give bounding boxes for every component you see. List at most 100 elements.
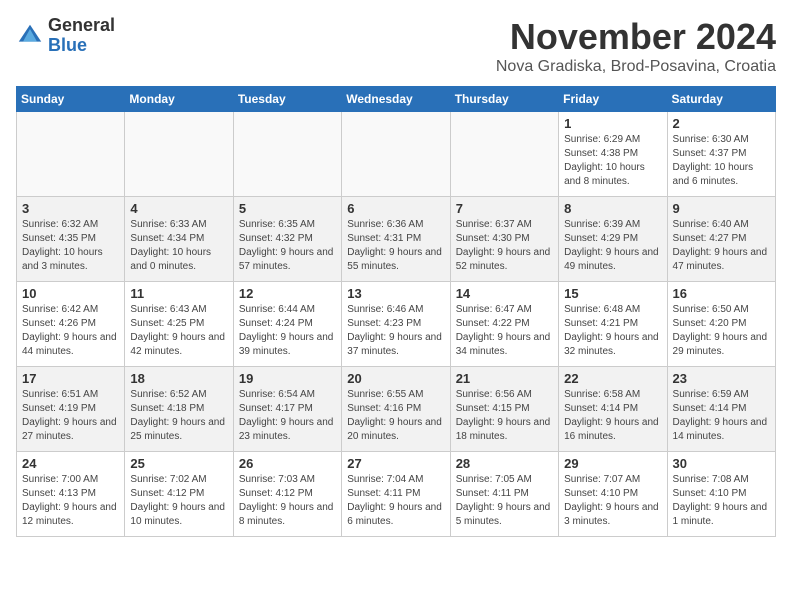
day-info: Sunrise: 6:51 AM Sunset: 4:19 PM Dayligh… [22, 388, 119, 444]
day-info: Sunrise: 6:44 AM Sunset: 4:24 PM Dayligh… [239, 303, 336, 359]
calendar-day-cell: 7Sunrise: 6:37 AM Sunset: 4:30 PM Daylig… [450, 197, 558, 282]
day-info: Sunrise: 7:03 AM Sunset: 4:12 PM Dayligh… [239, 473, 336, 529]
calendar-day-cell: 29Sunrise: 7:07 AM Sunset: 4:10 PM Dayli… [559, 452, 667, 537]
calendar-day-cell: 21 Sunrise: 6:56 AM Sunset: 4:15 PM Dayli… [450, 367, 558, 452]
day-info: Sunrise: 6:30 AM Sunset: 4:37 PM Dayligh… [673, 133, 770, 189]
day-info: Sunrise: 6:56 AM Sunset: 4:15 PM Dayligh… [456, 388, 553, 444]
calendar-day-cell [125, 112, 233, 197]
day-number: 13 [347, 286, 444, 301]
calendar-day-cell: 6 Sunrise: 6:36 AM Sunset: 4:31 PM Daylig… [342, 197, 450, 282]
calendar-week-row: 3Sunrise: 6:32 AM Sunset: 4:35 PM Daylig… [17, 197, 776, 282]
weekday-header: Thursday [450, 87, 558, 112]
title-section: November 2024 Nova Gradiska, Brod-Posavi… [496, 16, 776, 76]
calendar-day-cell: 17 Sunrise: 6:51 AM Sunset: 4:19 PM Dayli… [17, 367, 125, 452]
day-info: Sunrise: 7:05 AM Sunset: 4:11 PM Dayligh… [456, 473, 553, 529]
calendar-day-cell: 13 Sunrise: 6:46 AM Sunset: 4:23 PM Dayli… [342, 282, 450, 367]
calendar-day-cell: 10 Sunrise: 6:42 AM Sunset: 4:26 PM Dayli… [17, 282, 125, 367]
calendar-day-cell: 16Sunrise: 6:50 AM Sunset: 4:20 PM Dayli… [667, 282, 775, 367]
day-number: 28 [456, 456, 553, 471]
calendar-day-cell [233, 112, 341, 197]
calendar-day-cell: 25Sunrise: 7:02 AM Sunset: 4:12 PM Dayli… [125, 452, 233, 537]
day-number: 4 [130, 201, 227, 216]
calendar-day-cell: 11Sunrise: 6:43 AM Sunset: 4:25 PM Dayli… [125, 282, 233, 367]
day-info: Sunrise: 6:47 AM Sunset: 4:22 PM Dayligh… [456, 303, 553, 359]
day-info: Sunrise: 7:07 AM Sunset: 4:10 PM Dayligh… [564, 473, 661, 529]
calendar-header-row: SundayMondayTuesdayWednesdayThursdayFrid… [17, 87, 776, 112]
day-info: Sunrise: 6:52 AM Sunset: 4:18 PM Dayligh… [130, 388, 227, 444]
day-number: 18 [130, 371, 227, 386]
weekday-header: Sunday [17, 87, 125, 112]
calendar-day-cell: 20 Sunrise: 6:55 AM Sunset: 4:16 PM Dayli… [342, 367, 450, 452]
day-info: Sunrise: 6:39 AM Sunset: 4:29 PM Dayligh… [564, 218, 661, 274]
calendar-day-cell: 9Sunrise: 6:40 AM Sunset: 4:27 PM Daylig… [667, 197, 775, 282]
page-header: General Blue November 2024 Nova Gradiska… [16, 16, 776, 76]
weekday-header: Saturday [667, 87, 775, 112]
calendar-day-cell: 26Sunrise: 7:03 AM Sunset: 4:12 PM Dayli… [233, 452, 341, 537]
day-number: 27 [347, 456, 444, 471]
day-number: 7 [456, 201, 553, 216]
weekday-header: Tuesday [233, 87, 341, 112]
day-info: Sunrise: 6:33 AM Sunset: 4:34 PM Dayligh… [130, 218, 227, 274]
calendar-day-cell: 15 Sunrise: 6:48 AM Sunset: 4:21 PM Dayli… [559, 282, 667, 367]
day-number: 8 [564, 201, 661, 216]
day-number: 19 [239, 371, 336, 386]
day-number: 21 [456, 371, 553, 386]
day-info: Sunrise: 6:36 AM Sunset: 4:31 PM Dayligh… [347, 218, 444, 274]
day-info: Sunrise: 6:29 AM Sunset: 4:38 PM Dayligh… [564, 133, 661, 189]
day-info: Sunrise: 6:48 AM Sunset: 4:21 PM Dayligh… [564, 303, 661, 359]
calendar-day-cell: 8 Sunrise: 6:39 AM Sunset: 4:29 PM Daylig… [559, 197, 667, 282]
day-info: Sunrise: 6:55 AM Sunset: 4:16 PM Dayligh… [347, 388, 444, 444]
day-number: 2 [673, 116, 770, 131]
day-info: Sunrise: 6:54 AM Sunset: 4:17 PM Dayligh… [239, 388, 336, 444]
day-info: Sunrise: 6:42 AM Sunset: 4:26 PM Dayligh… [22, 303, 119, 359]
calendar-table: SundayMondayTuesdayWednesdayThursdayFrid… [16, 86, 776, 537]
day-info: Sunrise: 6:59 AM Sunset: 4:14 PM Dayligh… [673, 388, 770, 444]
day-number: 14 [456, 286, 553, 301]
day-number: 1 [564, 116, 661, 131]
calendar-day-cell: 28 Sunrise: 7:05 AM Sunset: 4:11 PM Dayli… [450, 452, 558, 537]
day-number: 3 [22, 201, 119, 216]
day-info: Sunrise: 6:35 AM Sunset: 4:32 PM Dayligh… [239, 218, 336, 274]
day-number: 10 [22, 286, 119, 301]
day-info: Sunrise: 6:43 AM Sunset: 4:25 PM Dayligh… [130, 303, 227, 359]
day-number: 23 [673, 371, 770, 386]
month-title: November 2024 [496, 16, 776, 58]
calendar-day-cell [17, 112, 125, 197]
day-info: Sunrise: 7:08 AM Sunset: 4:10 PM Dayligh… [673, 473, 770, 529]
day-info: Sunrise: 6:46 AM Sunset: 4:23 PM Dayligh… [347, 303, 444, 359]
calendar-day-cell: 22 Sunrise: 6:58 AM Sunset: 4:14 PM Dayli… [559, 367, 667, 452]
calendar-day-cell: 4 Sunrise: 6:33 AM Sunset: 4:34 PM Daylig… [125, 197, 233, 282]
location-title: Nova Gradiska, Brod-Posavina, Croatia [496, 58, 776, 76]
calendar-day-cell: 19 Sunrise: 6:54 AM Sunset: 4:17 PM Dayli… [233, 367, 341, 452]
calendar-day-cell: 30 Sunrise: 7:08 AM Sunset: 4:10 PM Dayli… [667, 452, 775, 537]
day-number: 20 [347, 371, 444, 386]
weekday-header: Monday [125, 87, 233, 112]
calendar-week-row: 10 Sunrise: 6:42 AM Sunset: 4:26 PM Dayli… [17, 282, 776, 367]
day-number: 24 [22, 456, 119, 471]
logo: General Blue [16, 16, 115, 56]
calendar-day-cell: 27Sunrise: 7:04 AM Sunset: 4:11 PM Dayli… [342, 452, 450, 537]
calendar-day-cell: 12Sunrise: 6:44 AM Sunset: 4:24 PM Dayli… [233, 282, 341, 367]
calendar-day-cell: 5 Sunrise: 6:35 AM Sunset: 4:32 PM Daylig… [233, 197, 341, 282]
day-info: Sunrise: 6:58 AM Sunset: 4:14 PM Dayligh… [564, 388, 661, 444]
calendar-week-row: 1 Sunrise: 6:29 AM Sunset: 4:38 PM Daylig… [17, 112, 776, 197]
calendar-day-cell: 14 Sunrise: 6:47 AM Sunset: 4:22 PM Dayli… [450, 282, 558, 367]
day-number: 15 [564, 286, 661, 301]
calendar-week-row: 24 Sunrise: 7:00 AM Sunset: 4:13 PM Dayli… [17, 452, 776, 537]
day-info: Sunrise: 7:00 AM Sunset: 4:13 PM Dayligh… [22, 473, 119, 529]
calendar-day-cell: 3Sunrise: 6:32 AM Sunset: 4:35 PM Daylig… [17, 197, 125, 282]
calendar-day-cell: 18 Sunrise: 6:52 AM Sunset: 4:18 PM Dayli… [125, 367, 233, 452]
day-number: 25 [130, 456, 227, 471]
calendar-day-cell: 1 Sunrise: 6:29 AM Sunset: 4:38 PM Daylig… [559, 112, 667, 197]
day-number: 16 [673, 286, 770, 301]
day-number: 22 [564, 371, 661, 386]
calendar-day-cell [450, 112, 558, 197]
day-number: 17 [22, 371, 119, 386]
calendar-day-cell: 24 Sunrise: 7:00 AM Sunset: 4:13 PM Dayli… [17, 452, 125, 537]
weekday-header: Wednesday [342, 87, 450, 112]
day-number: 5 [239, 201, 336, 216]
day-number: 30 [673, 456, 770, 471]
calendar-day-cell [342, 112, 450, 197]
day-number: 6 [347, 201, 444, 216]
calendar-day-cell: 23 Sunrise: 6:59 AM Sunset: 4:14 PM Dayli… [667, 367, 775, 452]
